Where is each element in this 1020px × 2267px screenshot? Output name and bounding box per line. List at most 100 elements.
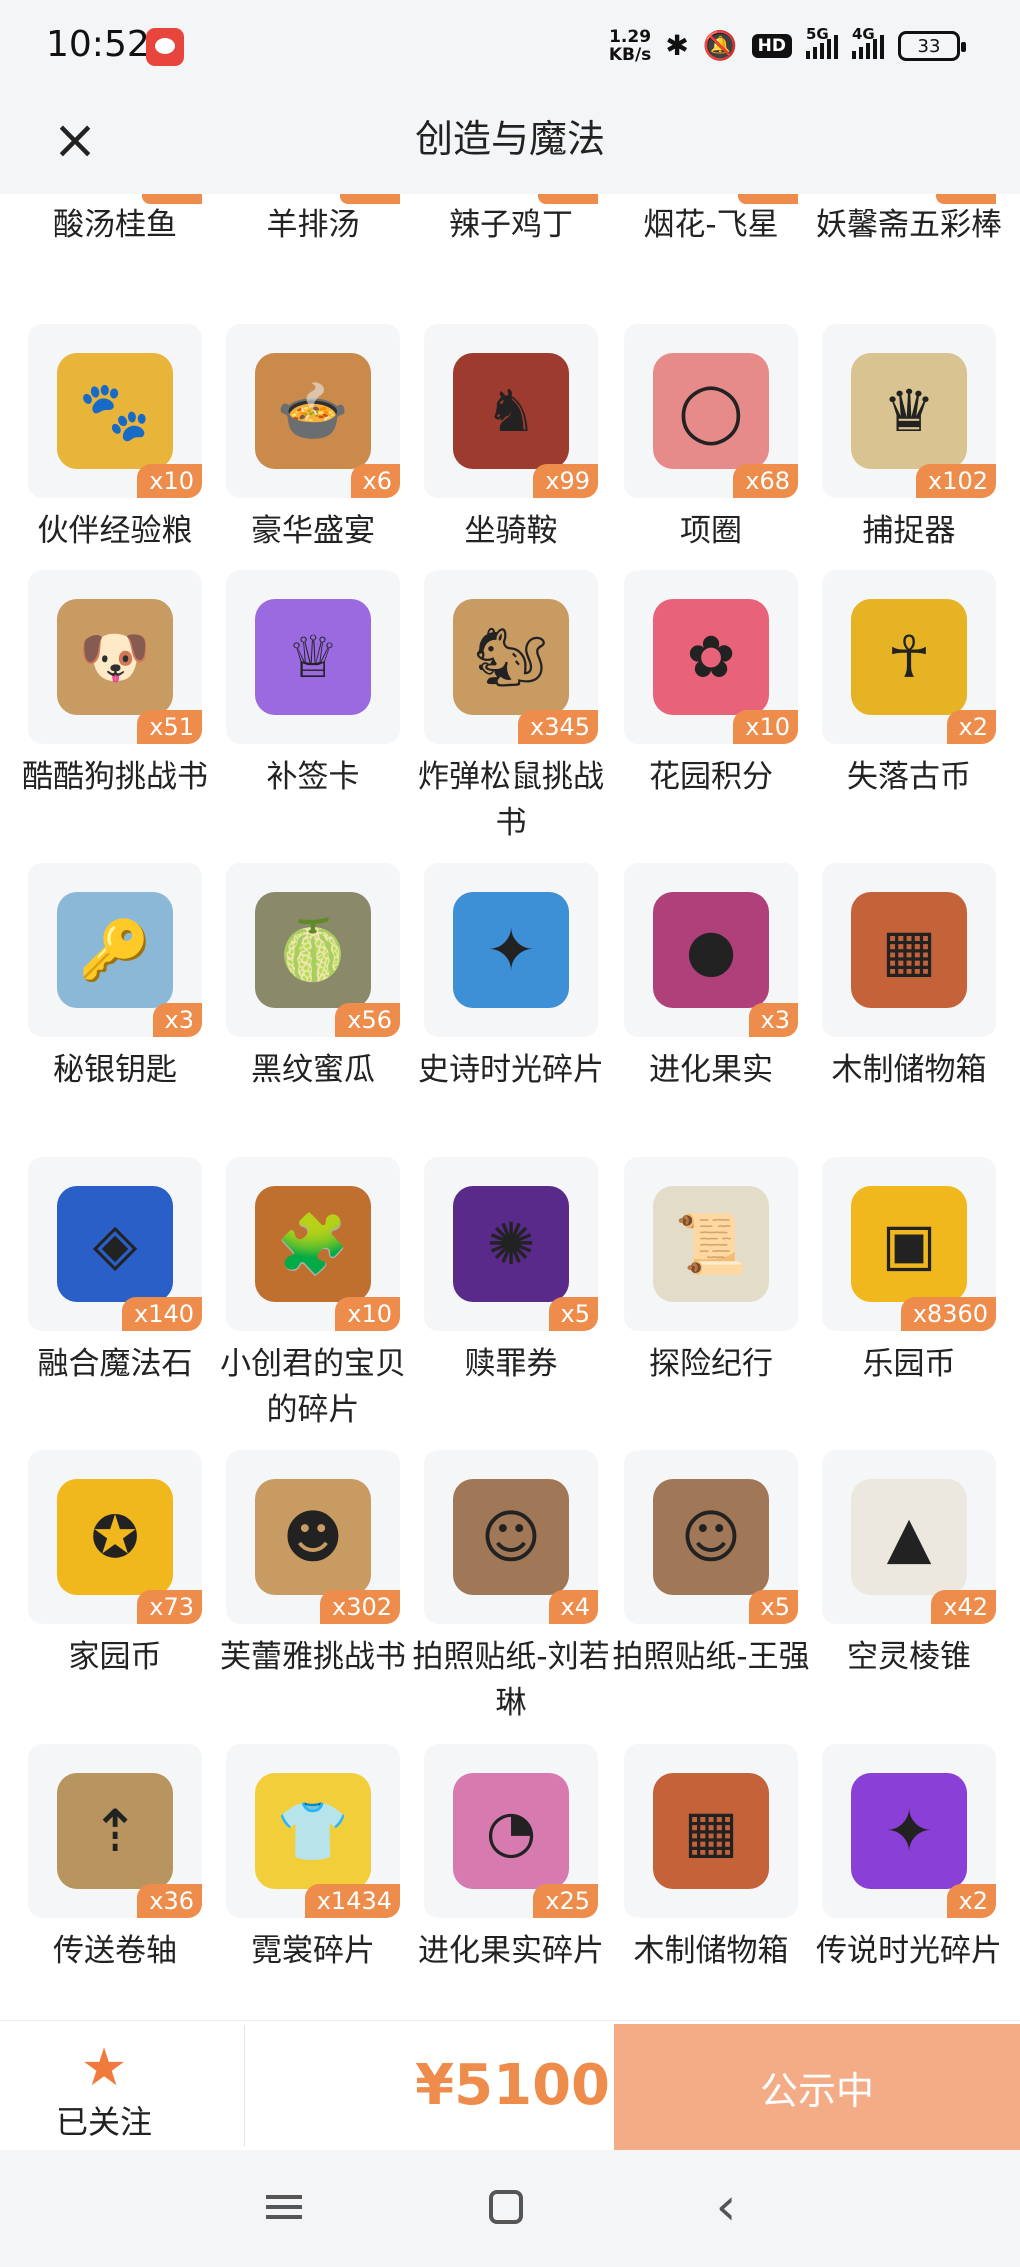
fruit-slice-icon: ◔ — [453, 1773, 569, 1889]
network-speed: 1.29 KB/s — [609, 28, 651, 64]
network-speed-unit: KB/s — [608, 45, 652, 65]
item-name: 赎罪券 — [464, 1346, 558, 1382]
item-name: 融合魔法石 — [37, 1346, 193, 1382]
follow-button[interactable]: ★ 已关注 — [56, 2041, 152, 2143]
count-badge: x102 — [915, 464, 996, 498]
blue-puzzle-piece-icon: ✦ — [453, 892, 569, 1008]
signal-4g-icon: 4G — [852, 25, 884, 59]
item-name: 史诗时光碎片 — [418, 1052, 604, 1088]
item-card[interactable]: 📜 — [624, 1157, 798, 1331]
evolution-fruit-icon: ● — [653, 892, 769, 1008]
app-notification-icon — [146, 28, 184, 66]
count-badge: x8360 — [900, 1297, 996, 1331]
item-card[interactable]: ✦ — [424, 863, 598, 1037]
saddle-icon: ♞ — [453, 353, 569, 469]
item-card[interactable]: ♕ — [226, 570, 400, 744]
item-card[interactable]: ☻ x302 — [226, 1450, 400, 1624]
item-name: 木制储物箱 — [633, 1933, 789, 1969]
melon-icon: 🍈 — [255, 892, 371, 1008]
status-indicators: 1.29 KB/s ✱ 🔕 HD 5G 4G 33 — [609, 24, 966, 68]
item-card[interactable]: ◔ x25 — [424, 1744, 598, 1918]
home-icon — [489, 2190, 523, 2224]
header: × 创造与魔法 — [0, 92, 1020, 194]
item-name: 项圈 — [680, 513, 742, 549]
partial-item-name: 羊排汤 — [266, 207, 360, 243]
photo-sticker-icon: ☺ — [653, 1479, 769, 1595]
item-card[interactable]: 🍲 x6 — [226, 324, 400, 498]
item-card[interactable]: ⇡ x36 — [28, 1744, 202, 1918]
atonement-ticket-icon: ✺ — [453, 1186, 569, 1302]
item-name: 霓裳碎片 — [251, 1933, 375, 1969]
follow-label: 已关注 — [56, 2103, 153, 2141]
item-card[interactable]: ◈ x140 — [28, 1157, 202, 1331]
menu-icon[interactable] — [244, 2172, 324, 2242]
item-name: 豪华盛宴 — [251, 513, 375, 549]
wanted-poster-squirrel-icon: 🐿 — [453, 599, 569, 715]
item-card[interactable]: ✪ x73 — [28, 1450, 202, 1624]
wanted-poster-dog-icon: 🐶 — [57, 599, 173, 715]
item-grid[interactable]: 酸汤桂鱼 羊排汤 辣子鸡丁 烟花-飞星 妖馨斋五彩棒 🐾 x10 伙伴经验粮 🍲 x6 豪华盛宴 ♞… — [0, 194, 1020, 2020]
home-coin-icon: ✪ — [57, 1479, 173, 1595]
item-card[interactable]: ✿ x10 — [624, 570, 798, 744]
home-button[interactable] — [466, 2172, 546, 2242]
item-name: 坐骑鞍 — [464, 513, 558, 549]
item-card[interactable]: ☺ x5 — [624, 1450, 798, 1624]
item-name: 黑纹蜜瓜 — [251, 1052, 375, 1088]
item-card[interactable]: ▦ — [624, 1744, 798, 1918]
item-card[interactable]: 🐾 x10 — [28, 324, 202, 498]
system-navigation-bar: ‹ — [0, 2150, 1020, 2267]
catcher-icon: ♛ — [851, 353, 967, 469]
item-card[interactable]: 👕 x1434 — [226, 1744, 400, 1918]
partial-item-name: 妖馨斋五彩棒 — [816, 207, 1002, 243]
item-card[interactable]: ✺ x5 — [424, 1157, 598, 1331]
item-card[interactable]: ♛ x102 — [822, 324, 996, 498]
item-name: 小创君的宝贝的碎片 — [220, 1346, 406, 1428]
item-name: 探险纪行 — [649, 1346, 773, 1382]
page-title: 创造与魔法 — [414, 117, 605, 161]
shirt-icon: 👕 — [255, 1773, 371, 1889]
pyramid-icon: ▲ — [851, 1479, 967, 1595]
count-badge: x51 — [137, 710, 202, 744]
item-card[interactable]: 🔑 x3 — [28, 863, 202, 1037]
publicity-status-button[interactable]: 公示中 — [614, 2024, 1020, 2150]
count-badge: x3 — [748, 1003, 798, 1037]
collar-icon: ◯ — [653, 353, 769, 469]
item-name: 拍照贴纸-王强 — [612, 1639, 810, 1675]
item-name: 补签卡 — [266, 759, 360, 795]
count-badge: x10 — [137, 464, 202, 498]
back-icon[interactable]: ‹ — [686, 2172, 766, 2242]
item-name: 芙蕾雅挑战书 — [220, 1639, 406, 1675]
item-card[interactable]: ● x3 — [624, 863, 798, 1037]
item-name: 进化果实 — [649, 1052, 773, 1088]
item-name: 传送卷轴 — [53, 1933, 177, 1969]
item-name: 拍照贴纸-刘若琳 — [412, 1639, 610, 1721]
item-name: 进化果实碎片 — [418, 1933, 604, 1969]
item-card[interactable]: ✦ x2 — [822, 1744, 996, 1918]
item-card[interactable]: ▣ x8360 — [822, 1157, 996, 1331]
count-badge: x42 — [931, 1590, 996, 1624]
item-card[interactable]: 🐶 x51 — [28, 570, 202, 744]
purple-puzzle-piece-icon: ✦ — [851, 1773, 967, 1889]
item-name: 伙伴经验粮 — [37, 513, 193, 549]
item-card[interactable]: ◯ x68 — [624, 324, 798, 498]
count-badge: x36 — [137, 1884, 202, 1918]
item-card[interactable]: ☥ x2 — [822, 570, 996, 744]
scroll-icon: 📜 — [653, 1186, 769, 1302]
count-badge: x2 — [946, 1884, 996, 1918]
item-card[interactable]: ♞ x99 — [424, 324, 598, 498]
item-card[interactable]: ▲ x42 — [822, 1450, 996, 1624]
count-badge: x3 — [152, 1003, 202, 1037]
item-card[interactable]: 🐿 x345 — [424, 570, 598, 744]
partial-item-name: 酸汤桂鱼 — [53, 207, 177, 243]
item-card[interactable]: 🧩 x10 — [226, 1157, 400, 1331]
paw-bag-icon: 🐾 — [57, 353, 173, 469]
item-card[interactable]: ▦ — [822, 863, 996, 1037]
item-card[interactable]: ☺ x4 — [424, 1450, 598, 1624]
status-bar: 10:52 1.29 KB/s ✱ 🔕 HD 5G 4G 33 — [0, 0, 1020, 92]
item-name: 炸弹松鼠挑战书 — [418, 759, 604, 841]
count-badge: x4 — [548, 1590, 598, 1624]
item-name: 花园积分 — [649, 759, 773, 795]
price: ¥5100 — [415, 2053, 610, 2118]
item-card[interactable]: 🍈 x56 — [226, 863, 400, 1037]
mute-icon: 🔕 — [702, 29, 738, 62]
